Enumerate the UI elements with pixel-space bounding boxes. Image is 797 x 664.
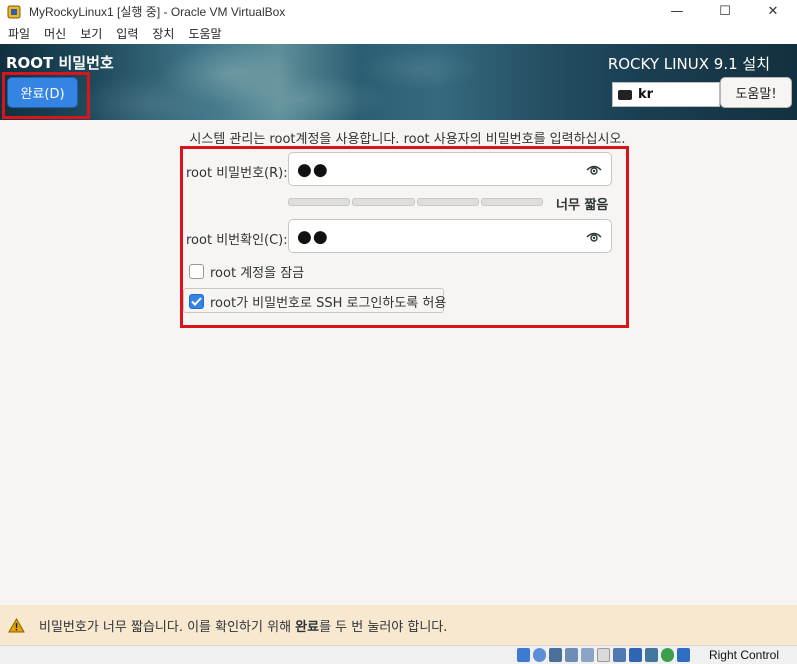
minimize-button[interactable]: —	[653, 0, 701, 23]
menu-file[interactable]: 파일	[8, 25, 30, 42]
keyboard-icon	[618, 89, 632, 100]
window-controls: — ☐ ✕	[653, 0, 797, 23]
window-title: MyRockyLinux1 [실행 중] - Oracle VM Virtual…	[29, 5, 286, 19]
warning-text-end: 를 두 번 눌러야 합니다.	[319, 619, 448, 635]
vm-status-bar: Right Control	[0, 645, 797, 664]
display-icon[interactable]	[613, 648, 626, 662]
warning-text-bold: 완료	[295, 619, 320, 635]
recording-icon[interactable]	[629, 648, 642, 662]
page-title: ROOT 비밀번호	[6, 54, 114, 72]
audio-icon[interactable]	[549, 648, 562, 662]
close-button[interactable]: ✕	[749, 0, 797, 23]
maximize-button[interactable]: ☐	[701, 0, 749, 23]
host-key-indicator: Right Control	[709, 648, 779, 662]
intro-text: 시스템 관리는 root계정을 사용합니다. root 사용자의 비밀번호를 입…	[189, 132, 626, 147]
hard-disk-icon[interactable]	[517, 648, 530, 662]
device-icons	[517, 648, 690, 662]
warning-text-start: 비밀번호가 너무 짧습니다. 이를 확인하기 위해	[39, 619, 296, 635]
virtualbox-icon	[7, 5, 21, 18]
keyboard-layout-indicator[interactable]: kr	[612, 82, 720, 107]
help-button[interactable]: 도움말!	[720, 77, 792, 108]
form-highlight-box	[180, 146, 629, 328]
done-highlight-box	[2, 72, 90, 119]
keyboard-capture-icon[interactable]	[677, 648, 690, 662]
warning-bar: 비밀번호가 너무 짧습니다. 이를 확인하기 위해 완료를 두 번 눌러야 합니…	[0, 605, 797, 645]
mouse-integration-icon[interactable]	[661, 648, 674, 662]
install-title: ROCKY LINUX 9.1 설치	[607, 55, 770, 73]
shared-folders-icon[interactable]	[597, 648, 610, 662]
menu-input[interactable]: 입력	[116, 25, 138, 42]
keyboard-layout-value: kr	[638, 87, 654, 102]
menu-bar: 파일 머신 보기 입력 장치 도움말	[0, 23, 797, 44]
menu-view[interactable]: 보기	[80, 25, 102, 42]
warning-text: 비밀번호가 너무 짧습니다. 이를 확인하기 위해 완료를 두 번 눌러야 합니…	[39, 616, 447, 635]
installer-header: ROOT 비밀번호 완료(D) ROCKY LINUX 9.1 설치 kr 도움…	[0, 44, 797, 120]
usb-icon[interactable]	[581, 648, 594, 662]
cpu-icon[interactable]	[645, 648, 658, 662]
menu-machine[interactable]: 머신	[44, 25, 66, 42]
menu-devices[interactable]: 장치	[152, 25, 174, 42]
virtualbox-window: MyRockyLinux1 [실행 중] - Oracle VM Virtual…	[0, 0, 797, 664]
optical-drive-icon[interactable]	[533, 648, 546, 662]
host-key-label: Right Control	[708, 648, 779, 662]
menu-help[interactable]: 도움말	[188, 25, 221, 42]
network-icon[interactable]	[565, 648, 578, 662]
title-bar: MyRockyLinux1 [실행 중] - Oracle VM Virtual…	[0, 0, 797, 23]
warning-icon	[8, 617, 25, 632]
